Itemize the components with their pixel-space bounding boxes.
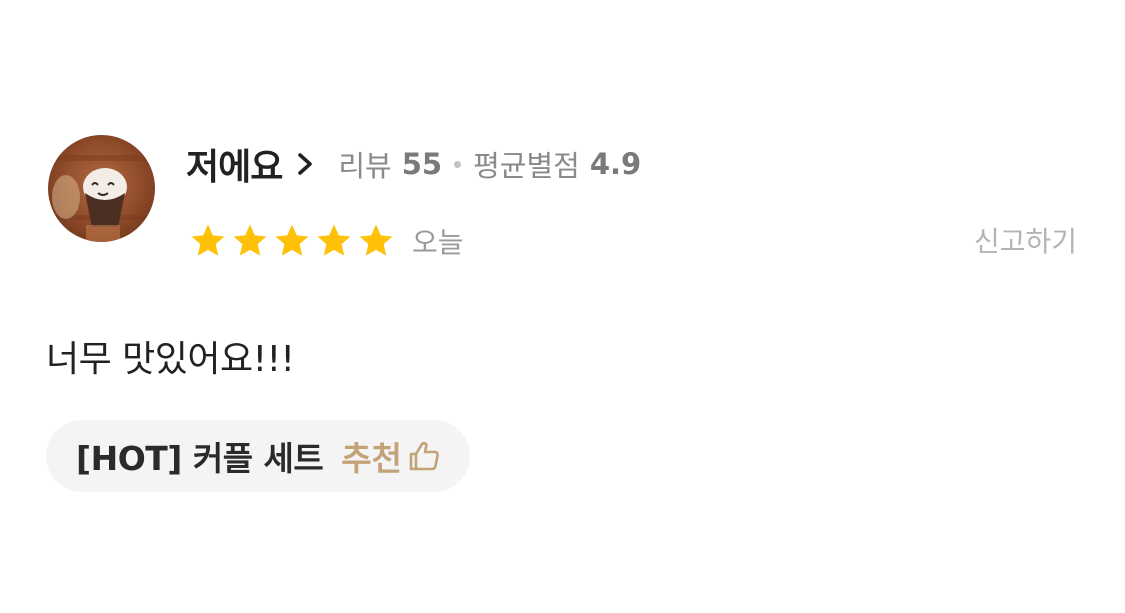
separator-dot (454, 160, 462, 168)
star-icon (188, 221, 228, 261)
thumbs-up-icon (406, 438, 442, 474)
avg-rating: 4.9 (589, 147, 642, 181)
star-icon (314, 221, 354, 261)
report-button[interactable]: 신고하기 (974, 220, 1077, 260)
avatar[interactable] (48, 135, 155, 242)
review-count-label: 리뷰 (338, 149, 392, 183)
rating-row: 오늘 (188, 216, 464, 266)
chevron-right-icon[interactable] (294, 149, 316, 179)
menu-name: [HOT] 커플 세트 (76, 439, 324, 478)
recommend-badge: 추천 (341, 432, 442, 480)
review-card: 저에요 리뷰 55 평균별점 4.9 오늘 신고하기 너무 맛있어요!!! [H… (0, 0, 1125, 613)
review-count: 55 (401, 147, 443, 181)
reviewer-stats: 리뷰 55 평균별점 4.9 (338, 143, 641, 185)
star-icon (272, 221, 312, 261)
star-icon (356, 221, 396, 261)
reviewer-info: 저에요 리뷰 55 평균별점 4.9 (186, 140, 641, 188)
avg-rating-label: 평균별점 (473, 149, 580, 183)
star-icon (230, 221, 270, 261)
review-date: 오늘 (412, 226, 464, 259)
ordered-menu-chip[interactable]: [HOT] 커플 세트 추천 (46, 420, 470, 492)
reviewer-name[interactable]: 저에요 (186, 138, 283, 190)
star-rating (188, 221, 398, 261)
recommend-label: 추천 (341, 439, 402, 478)
review-text: 너무 맛있어요!!! (46, 339, 295, 380)
